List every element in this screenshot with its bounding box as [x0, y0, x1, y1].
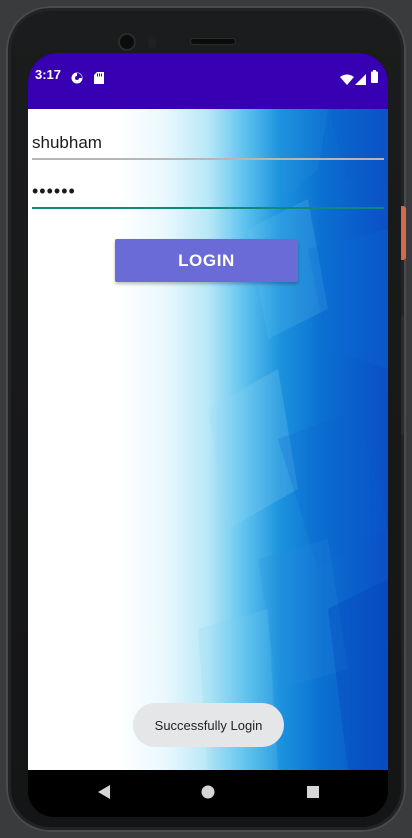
wifi-icon — [340, 70, 354, 89]
home-icon[interactable] — [201, 784, 215, 804]
toast-message: Successfully Login — [133, 703, 284, 747]
notification-icon — [71, 69, 83, 88]
status-bar: 3:17 — [28, 53, 388, 109]
volume-button[interactable] — [401, 315, 404, 435]
username-field[interactable]: shubham — [32, 124, 384, 160]
front-camera — [120, 35, 134, 49]
password-field[interactable]: •••••• — [32, 173, 384, 209]
power-button[interactable] — [401, 206, 406, 260]
battery-icon — [371, 68, 378, 87]
signal-icon — [355, 70, 366, 89]
login-screen: shubham •••••• LOGIN Successfully Login — [28, 109, 388, 770]
earpiece-speaker — [191, 39, 235, 44]
navigation-bar — [28, 770, 388, 817]
sd-card-icon — [94, 69, 104, 88]
status-time: 3:17 — [35, 67, 62, 82]
login-button[interactable]: LOGIN — [115, 239, 298, 282]
recents-icon[interactable] — [306, 784, 320, 804]
back-icon[interactable] — [97, 784, 111, 804]
screen: 3:17 shubham •••••• LOGIN Successfully L… — [28, 53, 388, 817]
sensor — [148, 36, 156, 48]
